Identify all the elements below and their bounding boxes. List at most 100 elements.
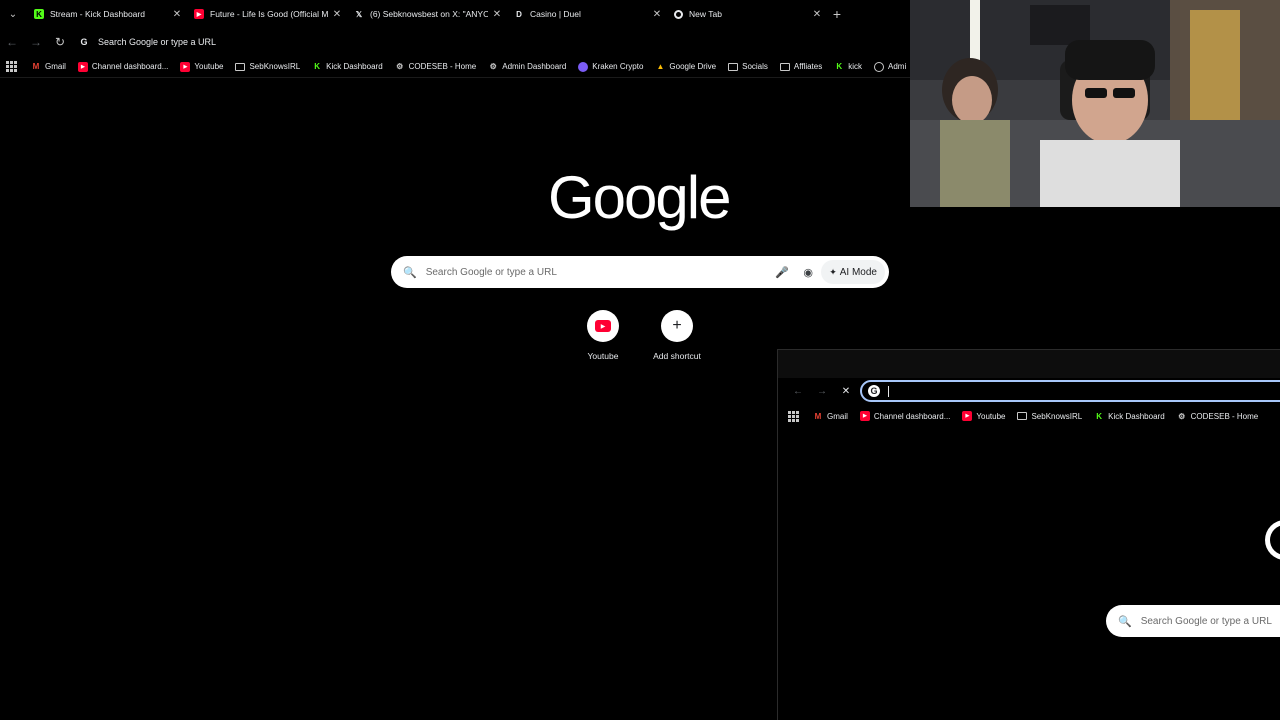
apps-grid-icon[interactable] [6,61,17,72]
bookmark-label: Kick Dashboard [1108,411,1165,421]
shortcut-youtube[interactable]: ▶ Youtube [563,310,643,361]
tab-title: Future - Life Is Good (Official M [210,9,328,19]
nested-google-search-box[interactable]: 🔍 Search Google or type a URL [1106,605,1280,637]
bookmark-folder-socials[interactable]: Socials [728,62,768,71]
bookmark-folder-sebknowsirl[interactable]: SebKnowsIRL [235,62,300,71]
folder-icon [779,62,790,71]
bookmark-folder-affliates[interactable]: Affliates [779,62,823,71]
youtube-icon: ▶ [859,411,870,421]
bookmark-label: Admin Dashboard [502,62,567,71]
tab-new-tab[interactable]: New Tab ✕ [666,0,826,28]
bookmark-channel-dashboard[interactable]: ▶ Channel dashboard... [859,411,951,421]
text-cursor [888,385,889,397]
youtube-icon: ▶ [962,411,973,421]
chrome-icon [674,9,683,19]
bookmark-kick-dashboard[interactable]: K Kick Dashboard [1094,411,1164,421]
bookmark-folder-sebknowsirl[interactable]: SebKnowsIRL [1017,412,1082,421]
forward-arrow-icon[interactable]: → [24,28,48,56]
codeseb-icon: ⚙ [1178,411,1186,421]
bookmark-youtube[interactable]: ▶ Youtube [962,411,1005,421]
bookmark-gmail[interactable]: M Gmail [813,411,848,421]
forward-arrow-icon[interactable]: → [810,386,834,397]
bookmark-label: SebKnowsIRL [1031,411,1083,421]
tab-duel[interactable]: D Casino | Duel ✕ [506,0,666,28]
google-g-icon: G [80,37,88,47]
youtube-icon: ▶ [194,9,204,19]
youtube-icon: ▶ [77,61,88,72]
close-icon[interactable]: ✕ [808,9,826,20]
duel-icon: D [516,9,522,19]
bookmark-label: Youtube [976,411,1006,421]
nested-omnibox[interactable]: G [860,380,1280,402]
bookmark-channel-dashboard[interactable]: ▶ Channel dashboard... [77,61,168,72]
close-icon[interactable]: ✕ [648,9,666,20]
tab-youtube[interactable]: ▶ Future - Life Is Good (Official M ✕ [186,0,346,28]
bookmark-label: Affliates [793,62,823,71]
google-search-box[interactable]: 🔍 Search Google or type a URL 🎤 ◉ ✦ AI Mo… [391,256,889,288]
apps-grid-icon[interactable] [788,410,799,422]
bookmark-google-drive[interactable]: ▲ Google Drive [655,62,716,72]
kraken-icon [578,61,589,72]
drive-icon: ▲ [656,62,665,71]
bookmark-label: Channel dashboard... [873,411,951,421]
tab-title: Casino | Duel [530,9,581,19]
google-logo-partial [1265,520,1280,560]
bookmark-label: Admi [888,62,907,71]
bookmark-label: SebKnowsIRL [249,62,301,71]
x-icon: 𝕏 [355,9,363,19]
bookmark-kick[interactable]: Kkick [834,62,862,72]
shortcut-label: Add shortcut [653,351,701,361]
bookmark-label: Gmail [827,411,848,421]
gmail-icon: M [814,411,822,421]
close-icon[interactable]: ✕ [168,9,186,20]
search-icon: 🔍 [403,266,417,279]
tab-search-icon[interactable]: ⌄ [0,0,26,28]
shortcut-add[interactable]: + Add shortcut [637,310,717,361]
bookmark-label: CODESEB - Home [408,62,477,71]
bookmark-label: Kraken Crypto [592,62,644,71]
ai-mode-icon: ✦ [829,266,837,277]
ai-mode-label: AI Mode [839,266,877,278]
tab-title: New Tab [689,9,722,19]
kick-icon: K [1096,411,1103,421]
webcam-overlay [910,0,1280,207]
bookmark-youtube[interactable]: ▶ Youtube [180,61,224,72]
bookmark-label: Youtube [194,62,224,71]
back-arrow-icon[interactable]: ← [786,386,810,397]
stop-loading-icon[interactable]: ✕ [834,386,858,397]
folder-icon [235,62,246,71]
bookmark-kraken[interactable]: Kraken Crypto [578,61,644,72]
youtube-icon: ▶ [180,61,191,72]
nested-bookmarks-bar: M Gmail ▶ Channel dashboard... ▶ Youtube Se… [778,406,1280,426]
bookmark-admin-dashboard[interactable]: ⚙ Admin Dashboard [488,62,567,72]
tab-x[interactable]: 𝕏 (6) Sebknowsbest on X: "ANYO ✕ [346,0,506,28]
bookmark-kick-dashboard[interactable]: K Kick Dashboard [312,62,382,72]
bookmark-label: Gmail [45,62,66,71]
search-icon: 🔍 [1118,615,1132,628]
admin-icon: ⚙ [489,62,497,71]
codeseb-icon: ⚙ [396,62,404,71]
shortcut-tile: ▶ [587,310,619,342]
gmail-icon: M [32,62,40,71]
kick-icon: K [314,62,321,71]
search-placeholder: Search Google or type a URL [1140,615,1272,627]
google-g-icon: G [868,385,880,397]
bookmark-gmail[interactable]: M Gmail [31,62,66,72]
kick-icon: K [836,62,843,71]
microphone-icon[interactable]: 🎤 [769,266,795,279]
back-arrow-icon[interactable]: ← [0,28,24,56]
bookmark-admin[interactable]: Admi [874,61,907,72]
bookmark-codeseb[interactable]: ⚙ CODESEB - Home [1177,411,1259,421]
bookmark-label: CODESEB - Home [1190,411,1259,421]
bookmark-label: Google Drive [669,62,717,71]
close-icon[interactable]: ✕ [328,9,346,20]
reload-icon[interactable]: ↻ [48,28,72,56]
google-lens-icon[interactable]: ◉ [795,266,821,279]
new-tab-plus-icon[interactable]: + [826,6,848,22]
tab-kick-dashboard[interactable]: K Stream - Kick Dashboard ✕ [26,0,186,28]
close-icon[interactable]: ✕ [488,9,506,20]
ai-mode-button[interactable]: ✦ AI Mode [821,260,885,284]
bookmark-codeseb[interactable]: ⚙ CODESEB - Home [395,62,477,72]
folder-icon [1017,412,1028,420]
shortcut-label: Youtube [587,351,619,361]
